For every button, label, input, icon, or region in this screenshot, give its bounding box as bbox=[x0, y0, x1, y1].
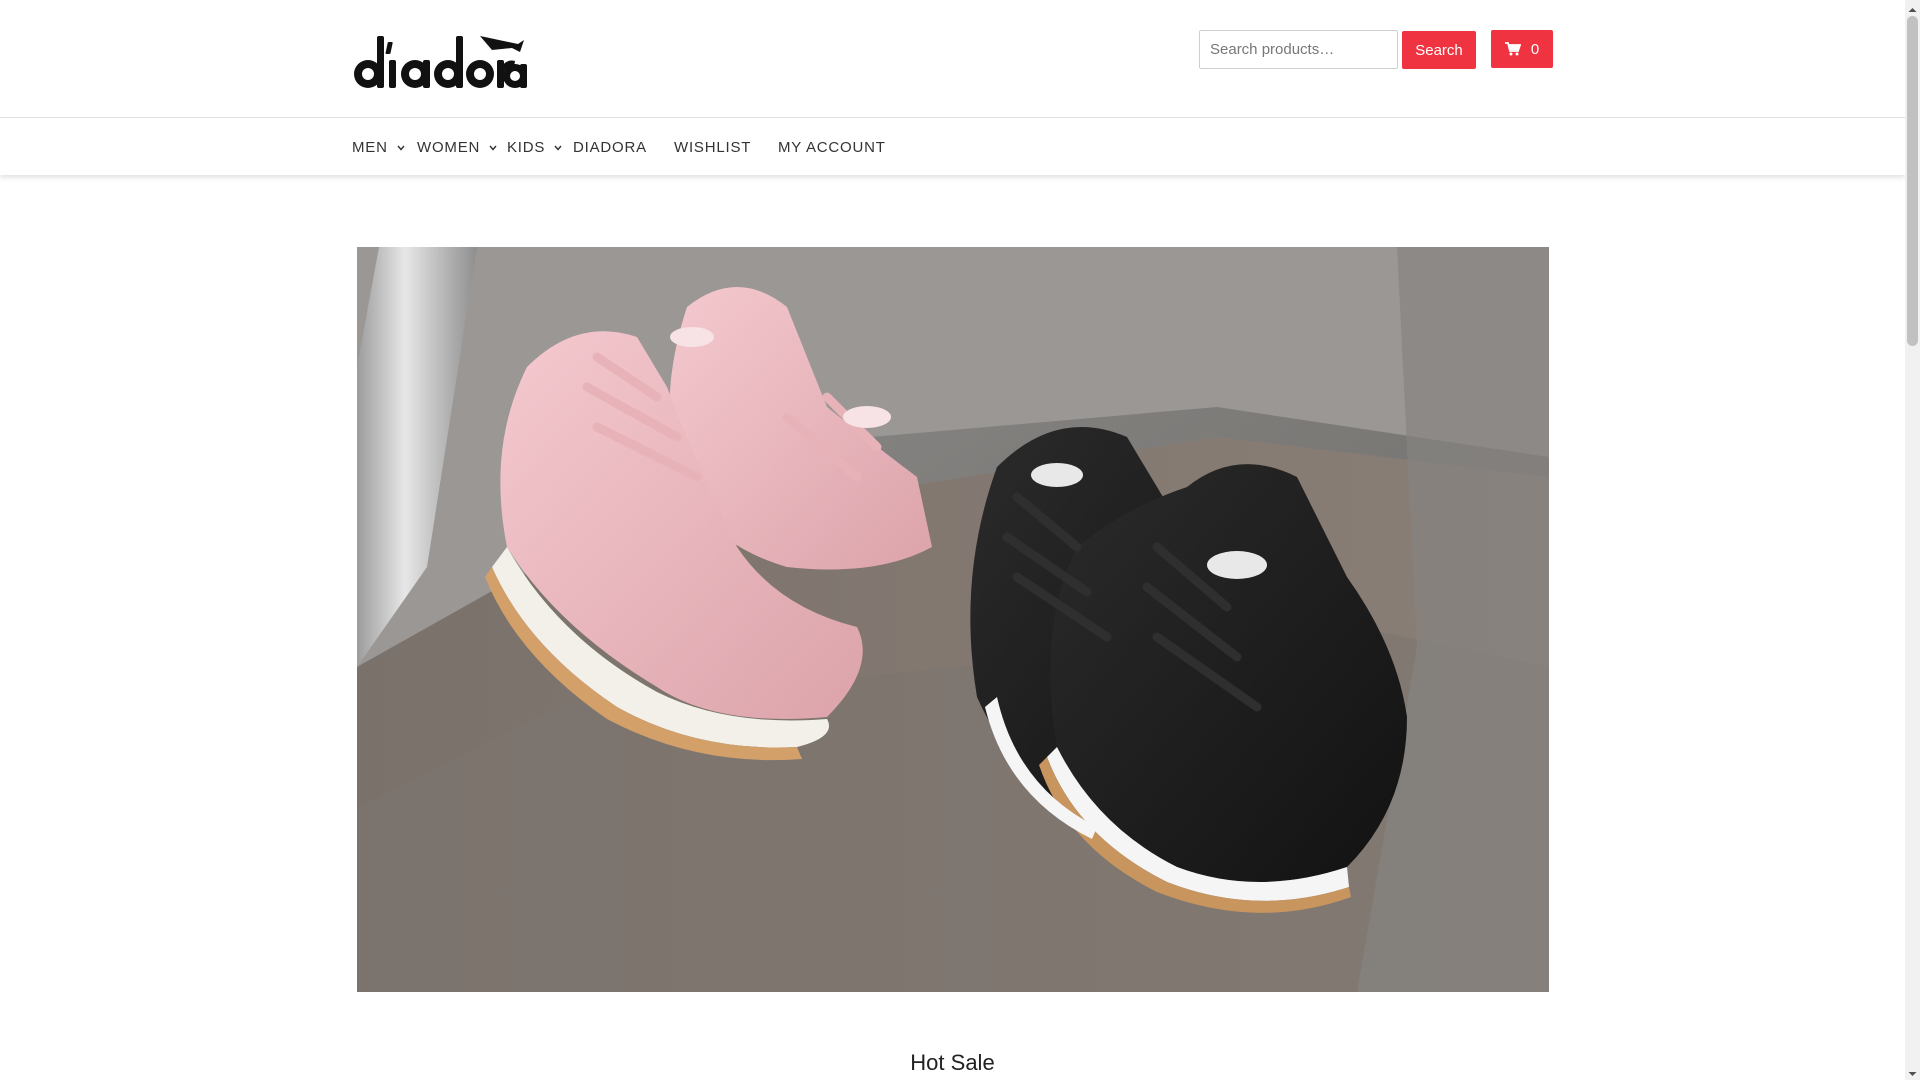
cart-count: 0 bbox=[1530, 40, 1540, 58]
cart-icon bbox=[1504, 42, 1522, 56]
nav-item-wishlist[interactable]: WISHLIST bbox=[674, 119, 751, 175]
chevron-down-icon bbox=[395, 141, 407, 153]
nav-item-diadora[interactable]: DIADORA bbox=[573, 119, 647, 175]
nav-item-label: DIADORA bbox=[573, 138, 647, 156]
cart-button[interactable]: 0 bbox=[1491, 30, 1553, 68]
chevron-down-icon bbox=[487, 141, 499, 153]
chevron-down-icon bbox=[552, 141, 564, 153]
site-header: Search 0 bbox=[0, 0, 1905, 118]
search-input[interactable] bbox=[1199, 30, 1398, 69]
search-button[interactable]: Search bbox=[1402, 31, 1476, 69]
diadora-logo[interactable] bbox=[352, 32, 528, 92]
page: Search 0 MEN WOMEN bbox=[0, 0, 1905, 1080]
nav-item-label: MY ACCOUNT bbox=[778, 138, 886, 156]
scroll-down-arrow-icon[interactable] bbox=[1907, 1066, 1918, 1076]
hot-sale-heading: Hot Sale bbox=[910, 1050, 995, 1075]
nav-item-kids[interactable]: KIDS bbox=[507, 119, 564, 175]
scrollbar-thumb[interactable] bbox=[1907, 16, 1918, 346]
scroll-up-arrow-icon[interactable] bbox=[1907, 2, 1918, 12]
nav-item-label: MEN bbox=[352, 138, 388, 156]
nav-item-label: WOMEN bbox=[417, 138, 481, 156]
nav-item-women[interactable]: WOMEN bbox=[417, 119, 499, 175]
nav-item-label: KIDS bbox=[507, 138, 546, 156]
nav-item-label: WISHLIST bbox=[674, 138, 752, 156]
nav-item-my-account[interactable]: MY ACCOUNT bbox=[778, 119, 886, 175]
hero-banner-image[interactable] bbox=[357, 247, 1549, 992]
main-nav: MEN WOMEN KIDS DIADORA WISHLIST MY ACCOU… bbox=[0, 119, 1905, 175]
nav-item-men[interactable]: MEN bbox=[352, 119, 407, 175]
